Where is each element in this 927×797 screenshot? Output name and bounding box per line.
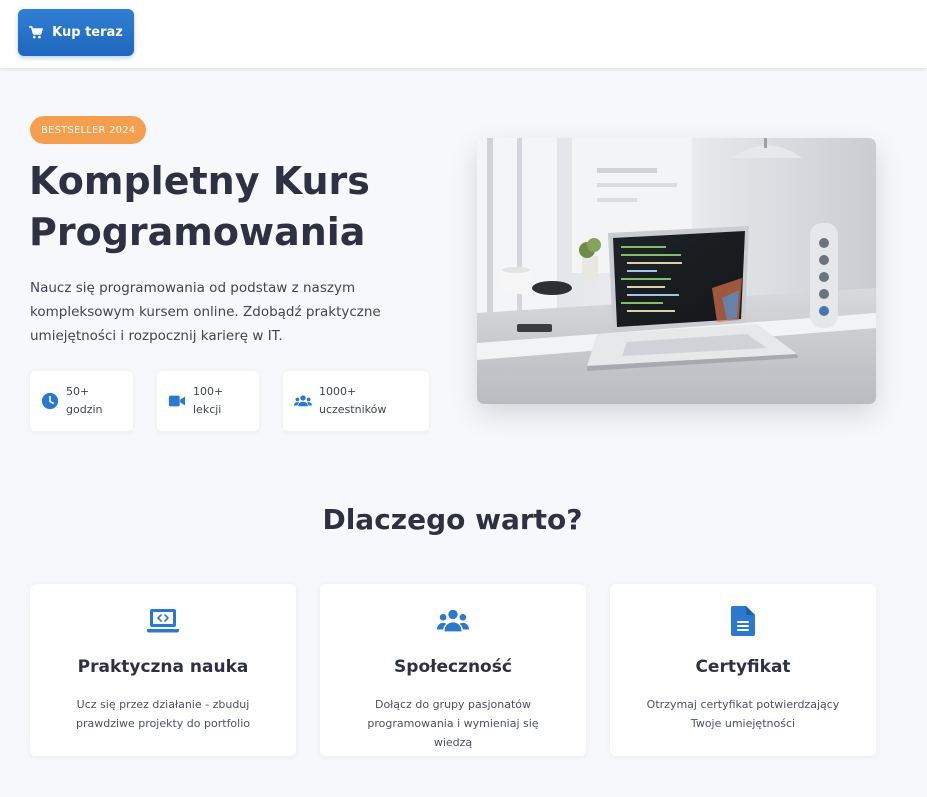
hero-title: Kompletny Kurs Programowania <box>29 156 449 258</box>
hero-description: Naucz się programowania od podstaw z nas… <box>30 280 381 344</box>
laptop-desk-photo <box>477 138 876 404</box>
stat-hours: 50+ godzin <box>30 371 133 431</box>
stat-label: lekcji <box>193 403 222 416</box>
clock-icon <box>41 392 59 410</box>
bestseller-badge: BESTSELLER 2024 <box>30 116 147 144</box>
buy-now-label: Kup teraz <box>52 25 123 40</box>
buy-now-button[interactable]: Kup teraz <box>18 9 134 56</box>
stat-lessons: 100+ lekcji <box>157 371 259 431</box>
certificate-icon <box>731 606 755 636</box>
section-title-why: Dlaczego warto? <box>322 503 583 536</box>
feature-title: Certyfikat <box>695 657 791 677</box>
feature-description: Ucz się przez działanie - zbuduj prawdzi… <box>75 698 251 730</box>
hero-title-line-2: Programowania <box>29 210 366 254</box>
hero-laptop-image <box>477 138 876 404</box>
stat-students: 1000+ uczestników <box>283 371 429 431</box>
feature-description: Dołącz do grupy pasjonatów programowania… <box>367 698 539 749</box>
feature-title: Praktyczna nauka <box>77 657 249 677</box>
laptop-code-icon <box>147 609 179 633</box>
stat-value: 100+ <box>193 385 224 398</box>
stat-value: 1000+ <box>319 385 357 398</box>
feature-card-community: Społeczność Dołącz do grupy pasjonatów p… <box>320 584 586 756</box>
feature-title: Społeczność <box>394 657 512 677</box>
feature-description: Otrzymaj certyfikat potwierdzający Twoje… <box>646 698 840 730</box>
stat-value: 50+ <box>66 385 90 398</box>
top-navbar: Kup teraz <box>0 0 927 68</box>
hero-title-line-1: Kompletny Kurs <box>29 159 370 203</box>
feature-card-practical: Praktyczna nauka Ucz się przez działanie… <box>30 584 296 756</box>
stat-label: uczestników <box>319 403 387 416</box>
feature-card-certificate: Certyfikat Otrzymaj certyfikat potwierdz… <box>610 584 876 756</box>
users-icon <box>294 395 312 407</box>
users-icon <box>437 609 469 632</box>
video-icon <box>168 395 186 407</box>
stat-label: godzin <box>66 403 103 416</box>
cart-icon <box>29 26 43 39</box>
